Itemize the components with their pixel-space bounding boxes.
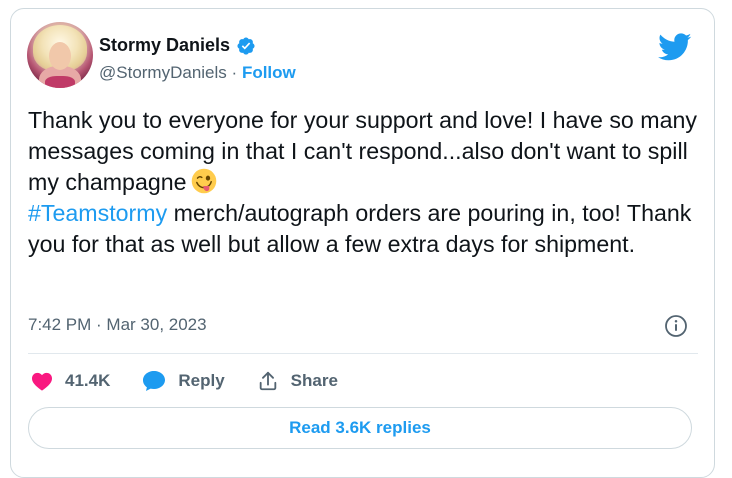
share-icon [259,371,276,391]
author-handle[interactable]: @StormyDaniels [99,63,227,82]
reply-button[interactable]: Reply [142,370,225,392]
author-handle-row: @StormyDaniels · Follow [99,63,296,83]
reply-bubble-icon [143,371,166,391]
avatar[interactable] [27,22,93,88]
tweet-card: Stormy Daniels @StormyDaniels · Follow T… [10,8,715,478]
tweet-timestamp[interactable]: 7:42 PM · Mar 30, 2023 [28,315,207,335]
author-name-row: Stormy Daniels [99,35,256,56]
reply-label: Reply [178,371,225,390]
tweet-text: Thank you to everyone for your support a… [28,105,698,260]
divider [28,353,698,354]
avatar-face [49,42,71,70]
share-label: Share [290,371,338,390]
verified-badge-icon [237,36,255,55]
tweet-text-part-1: Thank you to everyone for your support a… [28,107,697,195]
follow-button[interactable]: Follow [242,63,296,82]
twitter-bird-icon[interactable] [658,33,692,61]
handle-separator: · [231,63,238,82]
heart-icon [32,372,52,391]
read-replies-button[interactable]: Read 3.6K replies [28,407,692,449]
like-button[interactable]: 41.4K [31,371,110,391]
hashtag-link[interactable]: #Teamstormy [28,200,167,226]
tweet-actions: 41.4K Reply Share [31,366,370,396]
author-name[interactable]: Stormy Daniels [99,35,230,56]
like-count: 41.4K [65,371,111,390]
winking-face-with-tongue-icon [191,168,216,194]
avatar-top [45,76,75,88]
info-icon[interactable] [664,314,688,338]
share-button[interactable]: Share [257,370,338,392]
